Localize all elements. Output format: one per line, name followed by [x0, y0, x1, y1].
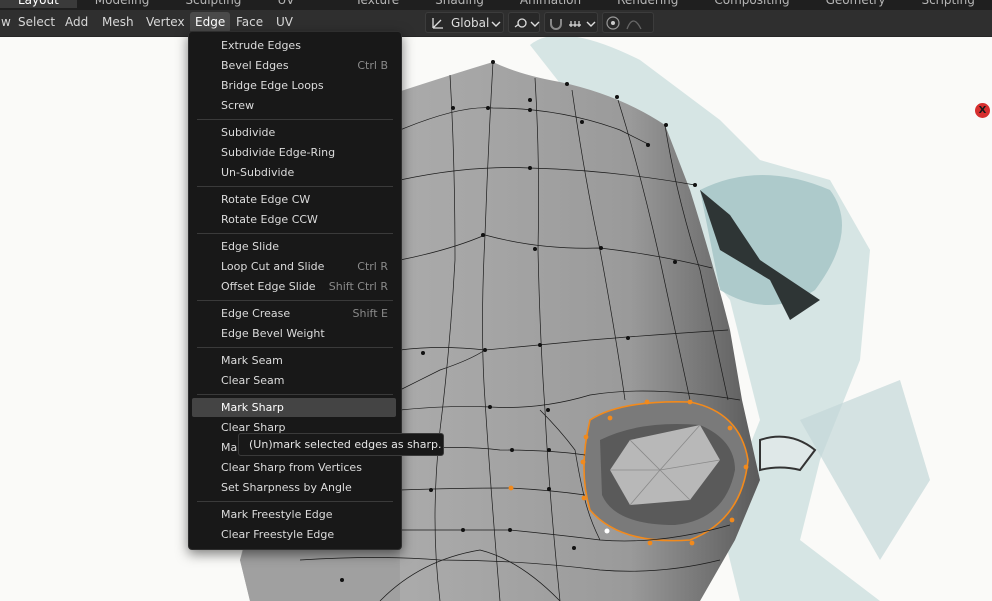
- select-menu[interactable]: Select: [13, 10, 60, 36]
- menu-item-bridge-edge-loops[interactable]: Bridge Edge Loops: [192, 76, 396, 95]
- menu-item-label: Subdivide: [221, 126, 276, 139]
- menu-item-label: Clear Sharp from Vertices: [221, 461, 362, 474]
- menu-item-rotate-edge-cw[interactable]: Rotate Edge CW: [192, 190, 396, 209]
- menu-item-label: Edge Bevel Weight: [221, 327, 325, 340]
- tooltip: (Un)mark selected edges as sharp.: [238, 433, 444, 456]
- menu-item-label: Edge Slide: [221, 240, 280, 253]
- menu-item-subdivide[interactable]: Subdivide: [192, 123, 396, 142]
- pivot-point-icon: [514, 18, 527, 28]
- transform-orientation-dropdown[interactable]: Global: [425, 12, 504, 33]
- workspace-tab[interactable]: UV Editing: [259, 0, 337, 10]
- menu-separator: [197, 119, 393, 120]
- vertex-menu[interactable]: Vertex: [141, 10, 190, 36]
- menu-item-label: Clear Seam: [221, 374, 285, 387]
- menu-item-label: Rotate Edge CCW: [221, 213, 318, 226]
- menu-item-un-subdivide[interactable]: Un-Subdivide: [192, 163, 396, 182]
- pivot-point-dropdown[interactable]: [508, 12, 540, 33]
- chevron-down-icon: [491, 21, 501, 27]
- workspace-tab[interactable]: Scripting: [903, 0, 992, 8]
- menu-item-edge-bevel-weight[interactable]: Edge Bevel Weight: [192, 324, 396, 343]
- menu-item-label: Set Sharpness by Angle: [221, 481, 352, 494]
- menu-item-edge-crease[interactable]: Edge Crease Shift E: [192, 304, 396, 323]
- menu-item-label: Bevel Edges: [221, 59, 289, 72]
- menu-separator: [197, 501, 393, 502]
- proportional-editing-icon: [606, 16, 620, 30]
- magnet-icon: [550, 19, 562, 30]
- workspace-tab[interactable]: Sculpting: [167, 0, 259, 8]
- mesh-menu[interactable]: Mesh: [97, 10, 139, 36]
- workspace-tab[interactable]: Modeling: [77, 0, 168, 8]
- menu-item-label: Loop Cut and Slide: [221, 260, 325, 273]
- menu-item-shortcut: Shift Ctrl R: [328, 280, 388, 293]
- menu-item-label: Mark Seam: [221, 354, 283, 367]
- falloff-curve-icon: [626, 20, 642, 30]
- menu-item-mark-sharp[interactable]: Mark Sharp: [192, 398, 396, 417]
- 3d-viewport[interactable]: [0, 37, 992, 601]
- menu-item-label: Edge Crease: [221, 307, 291, 320]
- viewport-header: w Select Add Mesh Vertex Edge Face UV Gl…: [0, 10, 992, 37]
- menu-item-mark-seam[interactable]: Mark Seam: [192, 351, 396, 370]
- menu-item-label: Un-Subdivide: [221, 166, 295, 179]
- menu-item-extrude-edges[interactable]: Extrude Edges: [192, 36, 396, 55]
- chevron-down-icon: [530, 21, 540, 27]
- menu-item-label: Subdivide Edge-Ring: [221, 146, 336, 159]
- menu-item-clear-freestyle-edge[interactable]: Clear Freestyle Edge: [192, 525, 396, 544]
- transform-orientation-label: Global: [451, 16, 490, 30]
- proportional-editing-controls[interactable]: [602, 12, 654, 33]
- orientation-axes-icon: [432, 18, 443, 29]
- menu-item-loop-cut-and-slide[interactable]: Loop Cut and Slide Ctrl R: [192, 257, 396, 276]
- menu-item-subdivide-edge-ring[interactable]: Subdivide Edge-Ring: [192, 143, 396, 162]
- menu-separator: [197, 347, 393, 348]
- menu-item-set-sharpness-by-angle[interactable]: Set Sharpness by Angle: [192, 478, 396, 497]
- menu-item-label: Mark Freestyle Edge: [221, 508, 333, 521]
- workspace-tab-bar: LayoutModelingSculptingUV EditingTexture…: [0, 0, 992, 10]
- chevron-down-icon: [586, 21, 596, 27]
- menu-item-rotate-edge-ccw[interactable]: Rotate Edge CCW: [192, 210, 396, 229]
- menu-item-mark-freestyle-edge[interactable]: Mark Freestyle Edge: [192, 505, 396, 524]
- menu-separator: [197, 300, 393, 301]
- menu-item-shortcut: Ctrl B: [357, 59, 388, 72]
- menu-item-offset-edge-slide[interactable]: Offset Edge Slide Shift Ctrl R: [192, 277, 396, 296]
- menu-item-label: Screw: [221, 99, 255, 112]
- workspace-tab[interactable]: Compositing: [696, 0, 807, 8]
- snapping-controls[interactable]: [544, 12, 598, 33]
- menu-item-label: Mark Sharp: [221, 401, 284, 414]
- workspace-tab[interactable]: Texture Paint: [337, 0, 417, 10]
- menu-item-label: Clear Freestyle Edge: [221, 528, 335, 541]
- menu-item-screw[interactable]: Screw: [192, 96, 396, 115]
- workspace-tab[interactable]: Geometry Nodes: [808, 0, 904, 10]
- workspace-tab[interactable]: Animation: [502, 0, 599, 8]
- workspace-tab[interactable]: Shading: [417, 0, 502, 8]
- menu-item-clear-seam[interactable]: Clear Seam: [192, 371, 396, 390]
- workspace-tab[interactable]: Layout: [0, 0, 77, 8]
- menu-item-label: Extrude Edges: [221, 39, 301, 52]
- menu-item-shortcut: Shift E: [352, 307, 388, 320]
- menu-separator: [197, 186, 393, 187]
- menu-item-label: Rotate Edge CW: [221, 193, 311, 206]
- edge-menu: Extrude Edges Bevel Edges Ctrl B Bridge Edg…: [188, 31, 402, 550]
- snap-increment-icon: [569, 21, 581, 27]
- workspace-tab[interactable]: Rendering: [599, 0, 696, 8]
- menu-separator: [197, 394, 393, 395]
- menu-item-label: Bridge Edge Loops: [221, 79, 324, 92]
- add-menu[interactable]: Add: [60, 10, 93, 36]
- menu-separator: [197, 233, 393, 234]
- menu-item-bevel-edges[interactable]: Bevel Edges Ctrl B: [192, 56, 396, 75]
- close-icon[interactable]: X: [975, 103, 990, 118]
- menu-item-edge-slide[interactable]: Edge Slide: [192, 237, 396, 256]
- edge-menu-button[interactable]: Edge: [190, 12, 231, 33]
- menu-item-clear-sharp-from-vertices[interactable]: Clear Sharp from Vertices: [192, 458, 396, 477]
- menu-item-label: Offset Edge Slide: [221, 280, 316, 293]
- menu-item-shortcut: Ctrl R: [357, 260, 388, 273]
- mesh-viewport-canvas: [240, 37, 930, 601]
